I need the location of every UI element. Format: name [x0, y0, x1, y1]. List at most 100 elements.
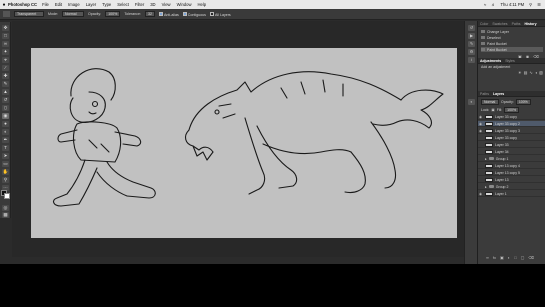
pen-tool-icon[interactable]: ✒: [2, 137, 9, 143]
search-icon[interactable]: ⚲: [529, 2, 532, 7]
quick-select-tool-icon[interactable]: ✦: [2, 49, 9, 55]
adjust-panel-icon[interactable]: ◐: [468, 99, 475, 105]
menu-3d[interactable]: 3D: [150, 2, 155, 7]
eye-icon[interactable]: ◉: [478, 115, 483, 119]
layer-group-row[interactable]: ▸ Group 1: [478, 156, 545, 162]
shape-tool-icon[interactable]: ▭: [2, 161, 9, 167]
brush-panel-icon[interactable]: ✎: [468, 41, 475, 47]
paint-bucket-tool-icon[interactable]: ◉: [2, 113, 9, 119]
menu-view[interactable]: View: [162, 2, 171, 7]
menu-help[interactable]: Help: [198, 2, 207, 7]
chevron-right-icon[interactable]: ▸: [485, 157, 487, 161]
brightness-icon[interactable]: ☀: [518, 70, 522, 75]
volume-icon[interactable]: ♬: [491, 2, 495, 7]
levels-icon[interactable]: ▤: [524, 70, 528, 75]
fill-preset-select[interactable]: Transparent: [14, 11, 44, 17]
tab-swatches[interactable]: Swatches: [492, 22, 507, 26]
screen-mode-icon[interactable]: ▩: [2, 212, 9, 218]
menu-select[interactable]: Select: [117, 2, 129, 7]
hand-tool-icon[interactable]: ✋: [2, 169, 9, 175]
history-brush-tool-icon[interactable]: ↺: [2, 97, 9, 103]
tab-layers[interactable]: Layers: [493, 92, 504, 96]
tab-styles[interactable]: Styles: [505, 59, 515, 63]
properties-panel-icon[interactable]: ⚙: [468, 49, 475, 55]
lasso-tool-icon[interactable]: ∞: [2, 41, 9, 47]
layer-row[interactable]: ◉ Layer 1: [478, 191, 545, 197]
history-item-current[interactable]: Paint Bucket: [481, 47, 543, 52]
tab-color[interactable]: Color: [480, 22, 488, 26]
dodge-tool-icon[interactable]: ◐: [2, 129, 9, 135]
curves-icon[interactable]: ∿: [529, 70, 532, 75]
tab-paths[interactable]: Paths: [480, 92, 489, 96]
eye-icon[interactable]: ◉: [478, 122, 483, 126]
tab-history[interactable]: History: [525, 22, 537, 26]
contiguous-checkbox[interactable]: Contiguous: [182, 11, 206, 17]
all-layers-checkbox[interactable]: All Layers: [209, 11, 231, 17]
chevron-right-icon[interactable]: ▸: [485, 185, 487, 189]
menu-filter[interactable]: Filter: [135, 2, 144, 7]
app-name[interactable]: Photoshop CC: [8, 2, 37, 7]
type-tool-icon[interactable]: T: [2, 145, 9, 151]
layer-row-selected[interactable]: ◉ Layer 33 copy 2: [478, 121, 545, 127]
tolerance-input[interactable]: 32: [144, 11, 155, 17]
menu-layer[interactable]: Layer: [86, 2, 96, 7]
quick-mask-icon[interactable]: ◎: [2, 205, 9, 211]
eyedropper-tool-icon[interactable]: ⁄: [2, 65, 9, 71]
tab-adjustments[interactable]: Adjustments: [480, 59, 501, 63]
layer-row[interactable]: Layer 34: [478, 149, 545, 155]
stamp-tool-icon[interactable]: ▲: [2, 89, 9, 95]
background-color-swatch[interactable]: [4, 193, 10, 199]
antialias-checkbox[interactable]: Anti-alias: [158, 11, 179, 17]
history-item[interactable]: Paint Bucket: [481, 41, 543, 46]
layer-row[interactable]: ◉ Layer 33 copy: [478, 114, 545, 120]
brush-tool-icon[interactable]: ✎: [2, 81, 9, 87]
move-tool-icon[interactable]: ✥: [2, 25, 9, 31]
list-icon[interactable]: ☰: [537, 2, 541, 7]
layer-row[interactable]: ◉ Layer 33 copy 3: [478, 128, 545, 134]
tool-preset-icon[interactable]: [3, 11, 10, 17]
layer-row[interactable]: Layer 13: [478, 177, 545, 183]
apple-icon[interactable]: ●: [0, 2, 8, 8]
wifi-icon[interactable]: ≈: [484, 2, 486, 7]
link-icon[interactable]: ∞: [486, 255, 489, 260]
info-panel-icon[interactable]: i: [468, 57, 475, 63]
layer-row[interactable]: Layer 13 copy 5: [478, 170, 545, 176]
marquee-tool-icon[interactable]: □: [2, 33, 9, 39]
tab-paths-top[interactable]: Paths: [512, 22, 521, 26]
adjustment-layer-icon[interactable]: ◐: [508, 255, 510, 260]
zoom-tool-icon[interactable]: ⚲: [2, 177, 9, 183]
eye-icon[interactable]: ◉: [478, 129, 483, 133]
lock-icon[interactable]: ▣: [491, 108, 494, 112]
layer-opacity-input[interactable]: 100%: [515, 99, 531, 105]
eye-icon[interactable]: ◉: [478, 192, 483, 196]
delete-layer-icon[interactable]: ⌫: [528, 255, 534, 260]
eraser-tool-icon[interactable]: ▯: [2, 105, 9, 111]
menu-edit[interactable]: Edit: [55, 2, 62, 7]
gradient-map-icon[interactable]: ▧: [539, 70, 543, 75]
exposure-icon[interactable]: ◑: [535, 70, 537, 75]
fx-icon[interactable]: fx: [493, 255, 496, 260]
opacity-input[interactable]: 100%: [105, 11, 121, 17]
path-select-tool-icon[interactable]: ➤: [2, 153, 9, 159]
healing-tool-icon[interactable]: ✚: [2, 73, 9, 79]
document-canvas[interactable]: [31, 48, 457, 238]
crop-tool-icon[interactable]: ⌖: [2, 57, 9, 63]
blend-mode-select[interactable]: Normal: [481, 99, 499, 105]
history-panel-icon[interactable]: ↺: [468, 25, 475, 31]
menu-type[interactable]: Type: [102, 2, 111, 7]
mask-icon[interactable]: ▣: [500, 255, 504, 260]
layer-row[interactable]: Layer 13 copy 4: [478, 163, 545, 169]
clock[interactable]: Thu 4:11 PM: [500, 2, 524, 7]
menu-file[interactable]: File: [42, 2, 49, 7]
blur-tool-icon[interactable]: ●: [2, 121, 9, 127]
menu-window[interactable]: Window: [177, 2, 192, 7]
history-item[interactable]: Deselect: [481, 35, 543, 40]
mode-select[interactable]: Normal: [62, 11, 84, 17]
actions-panel-icon[interactable]: ▶: [468, 33, 475, 39]
layer-row[interactable]: Layer 33 copy: [478, 135, 545, 141]
color-swatches[interactable]: [1, 190, 10, 200]
layer-row[interactable]: Layer 33: [478, 142, 545, 148]
menu-image[interactable]: Image: [68, 2, 80, 7]
history-item[interactable]: Change Layer: [481, 29, 543, 34]
layer-group-row[interactable]: ▸ Group 2: [478, 184, 545, 190]
